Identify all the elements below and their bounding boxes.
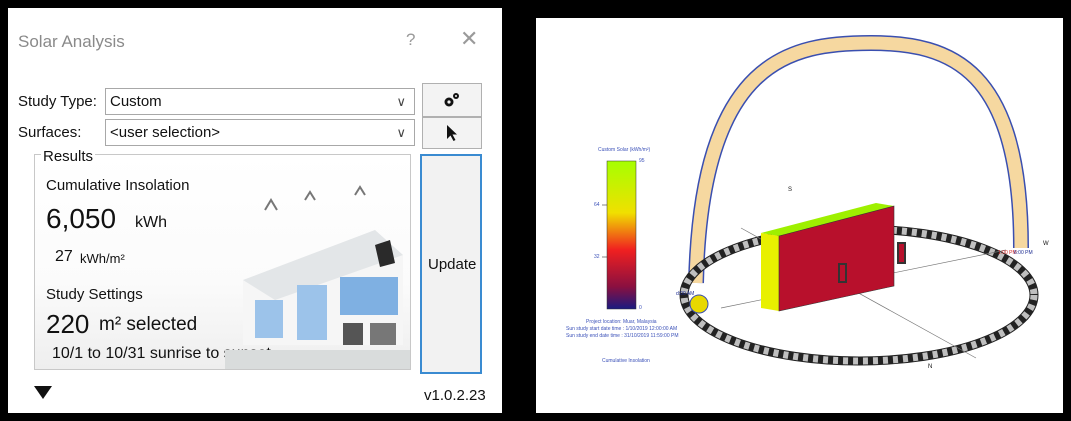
close-button[interactable]: ✕: [460, 26, 478, 52]
selected-area-unit: m² selected: [99, 314, 198, 335]
building-front-wall[interactable]: [778, 205, 895, 312]
building-window-pane: [840, 265, 845, 281]
building-window-pane: [899, 244, 904, 262]
study-type-dropdown[interactable]: Custom ∨: [105, 88, 415, 115]
legend-title: Custom Solar (kWh/m²): [598, 147, 651, 153]
dialog-titlebar: Solar Analysis ? ✕: [8, 8, 502, 70]
sun-marker[interactable]: [689, 294, 709, 314]
solar-study-scene: [602, 34, 1039, 366]
legend-color-bar: [606, 160, 637, 310]
study-type-label: Study Type:: [18, 93, 97, 110]
sun-study-start: Sun study start date time : 1/10/2019 12…: [566, 326, 678, 332]
cursor-arrow-icon: [447, 125, 457, 141]
chevron-down-icon: ∨: [396, 94, 406, 109]
project-location: Project location: Muar, Malaysia: [586, 319, 657, 325]
time-label-sunset: 6:00 PM: [1014, 250, 1033, 256]
legend-tick-label: 0: [639, 305, 642, 311]
study-type-value: Custom: [110, 93, 162, 110]
study-settings-label: Study Settings: [46, 286, 143, 303]
settings-button[interactable]: [422, 83, 482, 117]
legend-tick-label: 32: [594, 254, 600, 260]
legend-tick-label: 95: [639, 158, 645, 164]
compass-south: S: [788, 187, 793, 193]
compass-west: W: [1043, 241, 1049, 247]
solar-study-viewport: Custom Solar (kWh/m²) 95 64 32 0 Project…: [536, 18, 1063, 413]
update-button[interactable]: Update: [420, 154, 482, 374]
results-group-title: Results: [41, 148, 96, 165]
gears-icon: [444, 93, 459, 107]
cumulative-insolation-unit: kWh: [135, 214, 167, 231]
building-side-wall[interactable]: [761, 233, 779, 311]
results-panel: Cumulative Insolation 6,050 kWh 27 kWh/m…: [34, 154, 411, 370]
surfaces-value: <user selection>: [110, 124, 221, 141]
legend-tick-label: 64: [594, 202, 600, 208]
solar-analysis-dialog: Solar Analysis ? ✕ Study Type: Custom ∨ …: [8, 8, 502, 413]
version-label: v1.0.2.23: [424, 387, 486, 404]
cumulative-insolation-value: 6,050: [46, 203, 117, 234]
compass-north: N: [928, 364, 933, 370]
dialog-title: Solar Analysis: [18, 32, 125, 51]
triangle-down-icon[interactable]: [34, 386, 52, 399]
time-label-sunrise: d:00 AM: [676, 291, 695, 297]
viewport-caption: Cumulative Insolation: [602, 358, 650, 364]
per-area-value: 27: [55, 248, 73, 265]
chevron-down-icon: ∨: [396, 125, 406, 140]
surfaces-label: Surfaces:: [18, 124, 82, 141]
surfaces-dropdown[interactable]: <user selection> ∨: [105, 119, 415, 146]
selected-area-value: 220: [46, 309, 90, 339]
select-surfaces-button[interactable]: [422, 117, 482, 149]
cumulative-insolation-label: Cumulative Insolation: [46, 177, 190, 194]
sun-study-end: Sun study end date time : 31/10/2019 11:…: [566, 333, 679, 339]
house-illustration: [225, 185, 410, 369]
help-button[interactable]: ?: [406, 30, 415, 50]
per-area-unit: kWh/m²: [80, 251, 125, 266]
